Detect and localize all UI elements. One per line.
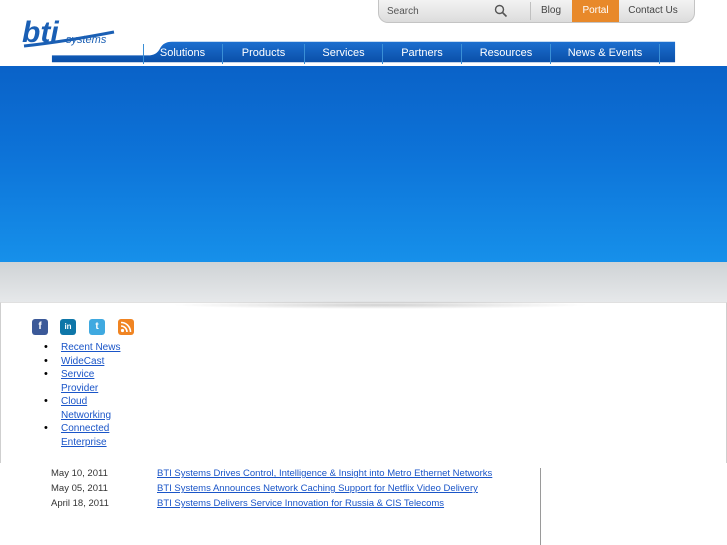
- news-date: April 18, 2011: [51, 498, 109, 509]
- nav-solutions[interactable]: Solutions: [144, 42, 221, 64]
- news-date: May 10, 2011: [51, 468, 108, 479]
- linkedin-icon[interactable]: in: [60, 319, 76, 335]
- search-box: [379, 0, 529, 22]
- news-link[interactable]: BTI Systems Announces Network Caching Su…: [157, 483, 478, 494]
- list-item: WideCast: [44, 355, 131, 369]
- category-list: Recent News WideCast Service Provider Cl…: [44, 341, 131, 449]
- nav-products[interactable]: Products: [223, 42, 304, 64]
- hero-banner: [0, 66, 727, 262]
- category-widecast[interactable]: WideCast: [61, 356, 104, 367]
- news-date: May 05, 2011: [51, 483, 108, 494]
- search-icon[interactable]: [493, 3, 509, 19]
- list-item: Cloud Networking: [44, 395, 131, 422]
- news-link[interactable]: BTI Systems Drives Control, Intelligence…: [157, 468, 492, 479]
- column-divider: [540, 468, 541, 545]
- nav-services[interactable]: Services: [305, 42, 382, 64]
- divider-shadow: [170, 301, 590, 309]
- category-cloud-networking[interactable]: Cloud Networking: [61, 396, 111, 421]
- list-item: Recent News: [44, 341, 131, 355]
- category-service-provider[interactable]: Service Provider: [61, 369, 98, 394]
- blog-link[interactable]: Blog: [531, 0, 571, 22]
- category-recent-news[interactable]: Recent News: [61, 342, 120, 353]
- news-link[interactable]: BTI Systems Delivers Service Innovation …: [157, 498, 444, 509]
- rss-icon[interactable]: [118, 319, 134, 335]
- portal-link[interactable]: Portal: [572, 0, 619, 22]
- nav-news-events[interactable]: News & Events: [551, 42, 659, 64]
- gray-band: [0, 262, 727, 302]
- nav-resources[interactable]: Resources: [462, 42, 550, 64]
- facebook-icon[interactable]: f: [32, 319, 48, 335]
- list-item: Service Provider: [44, 368, 131, 395]
- twitter-icon[interactable]: t: [89, 319, 105, 335]
- list-item: Connected Enterprise: [44, 422, 131, 449]
- nav-partners[interactable]: Partners: [383, 42, 461, 64]
- search-input[interactable]: [387, 2, 487, 20]
- category-connected-enterprise[interactable]: Connected Enterprise: [61, 423, 109, 448]
- nav-about[interactable]: About: [660, 42, 724, 64]
- utility-bar: Blog Portal Contact Us: [378, 0, 695, 23]
- contact-us-link[interactable]: Contact Us: [619, 0, 687, 22]
